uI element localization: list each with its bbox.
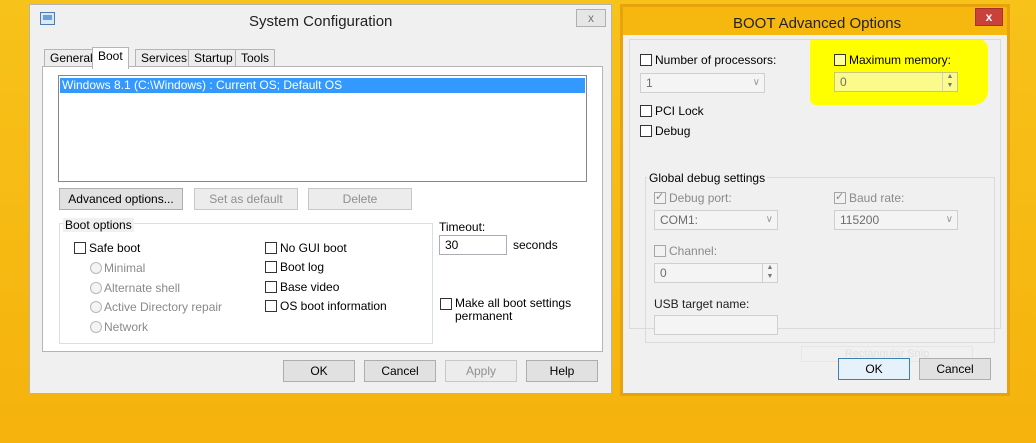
usb-target-label: USB target name: [654,297,750,311]
delete-button[interactable]: Delete [308,188,412,210]
base-video-label: Base video [280,280,340,294]
system-configuration-titlebar[interactable]: System Configuration x [30,5,611,37]
os-boot-info-checkbox[interactable] [265,300,277,312]
help-button[interactable]: Help [526,360,598,382]
boot-log-label: Boot log [280,260,325,274]
tab-label: General [50,51,93,65]
max-memory-checkbox[interactable] [834,54,846,66]
set-as-default-button[interactable]: Set as default [194,188,298,210]
base-video-checkbox[interactable] [265,281,277,293]
close-icon: x [985,10,993,24]
tab-boot[interactable]: Boot [92,47,129,69]
minimal-radio[interactable] [90,262,102,274]
tab-label: Boot [98,49,123,63]
ok-button[interactable]: OK [283,360,355,382]
no-gui-boot-label: No GUI boot [280,241,347,255]
apply-button[interactable]: Apply [445,360,517,382]
boot-advanced-options-window: BOOT Advanced Options x Number of proces… [620,4,1010,396]
chevron-down-icon: ∨ [945,214,953,225]
tab-tools[interactable]: Tools [235,49,276,67]
close-icon: x [588,11,594,25]
network-label: Network [104,320,149,334]
timeout-input[interactable]: 30 [439,235,507,255]
num-processors-combo[interactable]: 1 ∨ [640,73,765,93]
os-list[interactable]: Windows 8.1 (C:\Windows) : Current OS; D… [58,75,587,182]
baud-rate-value: 115200 [840,213,880,227]
num-processors-label: Number of processors: [655,53,777,67]
safe-boot-checkbox[interactable] [74,242,86,254]
tab-label: Tools [241,51,270,65]
advanced-options-button[interactable]: Advanced options... [59,188,183,210]
pci-lock-checkbox[interactable] [640,105,652,117]
debug-checkbox[interactable] [640,125,652,137]
usb-target-input[interactable] [654,315,778,335]
close-button[interactable]: x [576,9,606,27]
advanced-close-button[interactable]: x [975,8,1003,26]
os-boot-info-label: OS boot information [280,299,387,313]
advanced-ok-button[interactable]: OK [838,358,910,380]
max-memory-value: 0 [840,75,847,89]
debug-port-combo[interactable]: COM1: ∨ [654,210,778,230]
tab-general[interactable]: General [44,49,99,67]
max-memory-label: Maximum memory: [849,53,952,67]
channel-spinner[interactable]: ▲ ▼ [762,264,777,282]
tab-label: Startup [194,51,233,65]
window-title: System Configuration [249,13,393,30]
no-gui-boot-checkbox[interactable] [265,242,277,254]
cancel-button[interactable]: Cancel [364,360,436,382]
minimal-label: Minimal [104,261,146,275]
boot-log-checkbox[interactable] [265,261,277,273]
spin-up-icon: ▲ [766,264,774,271]
debug-port-value: COM1: [660,213,699,227]
pci-lock-label: PCI Lock [655,104,704,118]
advanced-window-title: BOOT Advanced Options [733,15,902,32]
ad-repair-radio[interactable] [90,301,102,313]
spin-up-icon: ▲ [946,73,954,80]
make-permanent-label: Make all boot settings permanent [455,296,572,323]
baud-rate-label: Baud rate: [849,191,905,205]
ad-repair-label: Active Directory repair [104,300,223,314]
safe-boot-label: Safe boot [89,241,141,255]
channel-checkbox[interactable] [654,245,666,257]
timeout-label: Timeout: [439,220,486,234]
num-processors-checkbox[interactable] [640,54,652,66]
spin-down-icon: ▼ [766,273,774,280]
tab-label: Services [141,51,188,65]
network-radio[interactable] [90,321,102,333]
spin-down-icon: ▼ [946,82,954,89]
alternate-shell-radio[interactable] [90,282,102,294]
debug-port-label: Debug port: [669,191,732,205]
advanced-cancel-button[interactable]: Cancel [919,358,991,380]
debug-port-checkbox[interactable] [654,190,666,204]
boot-options-heading: Boot options [63,218,134,232]
max-memory-spinner[interactable]: ▲ ▼ [942,73,957,91]
make-permanent-checkbox[interactable] [440,298,452,310]
channel-value: 0 [660,266,667,280]
max-memory-input[interactable]: 0 ▲ ▼ [834,72,958,92]
os-list-item[interactable]: Windows 8.1 (C:\Windows) : Current OS; D… [60,78,585,93]
channel-input[interactable]: 0 ▲ ▼ [654,263,778,283]
chevron-down-icon: ∨ [752,77,760,88]
debug-label: Debug [655,124,691,138]
msconfig-app-icon [40,12,55,25]
channel-label: Channel: [669,244,718,258]
tab-services[interactable]: Services [135,49,194,67]
boot-tab-panel: Windows 8.1 (C:\Windows) : Current OS; D… [42,66,603,352]
chevron-down-icon: ∨ [765,214,773,225]
baud-rate-checkbox[interactable] [834,190,846,204]
system-configuration-window: System Configuration x General Boot Serv… [29,4,612,394]
os-entry-label: Windows 8.1 (C:\Windows) : Current OS; D… [62,78,343,92]
global-debug-heading: Global debug settings [647,171,768,185]
num-processors-value: 1 [646,76,653,90]
alternate-shell-label: Alternate shell [104,281,181,295]
timeout-unit: seconds [513,238,558,252]
tab-startup[interactable]: Startup [188,49,239,67]
baud-rate-combo[interactable]: 115200 ∨ [834,210,958,230]
